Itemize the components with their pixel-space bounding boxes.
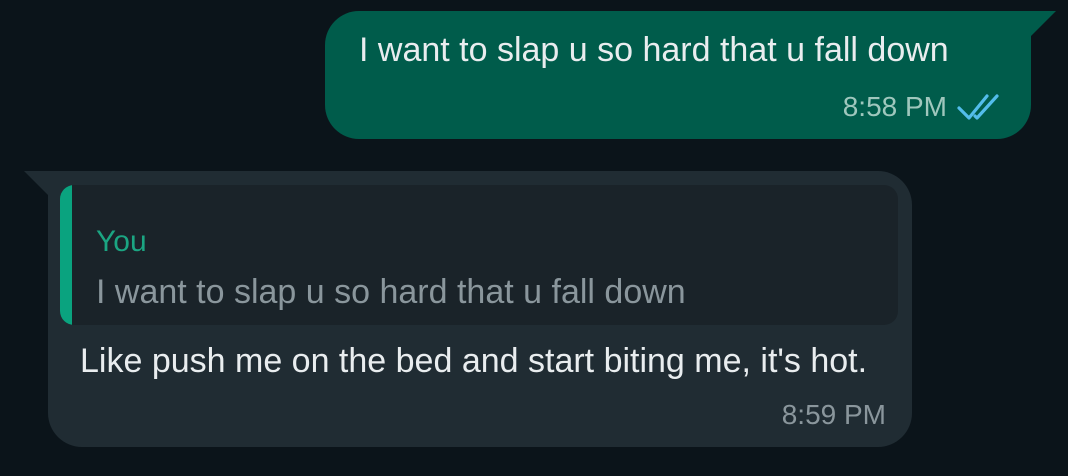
incoming-message-text: Like push me on the bed and start biting…: [80, 342, 868, 380]
quoted-reply[interactable]: You I want to slap u so hard that u fall…: [60, 185, 898, 325]
double-check-read-icon: [957, 94, 999, 120]
incoming-message-time: 8:59 PM: [781, 399, 886, 430]
outgoing-message-time: 8:58 PM: [842, 91, 947, 122]
chat-area: I want to slap u so hard that u fall dow…: [0, 0, 1068, 476]
outgoing-message-bubble[interactable]: I want to slap u so hard that u fall dow…: [325, 11, 1031, 139]
incoming-message-bubble[interactable]: You I want to slap u so hard that u fall…: [48, 171, 912, 447]
incoming-bubble-tail: [24, 171, 50, 197]
outgoing-message-text: I want to slap u so hard that u fall dow…: [359, 31, 949, 69]
outgoing-message-meta: 8:58 PM: [843, 91, 1007, 123]
quote-accent-bar: [60, 185, 72, 325]
outgoing-bubble-tail: [1030, 11, 1056, 37]
quote-author: You: [96, 225, 147, 258]
quote-text: I want to slap u so hard that u fall dow…: [96, 273, 686, 311]
